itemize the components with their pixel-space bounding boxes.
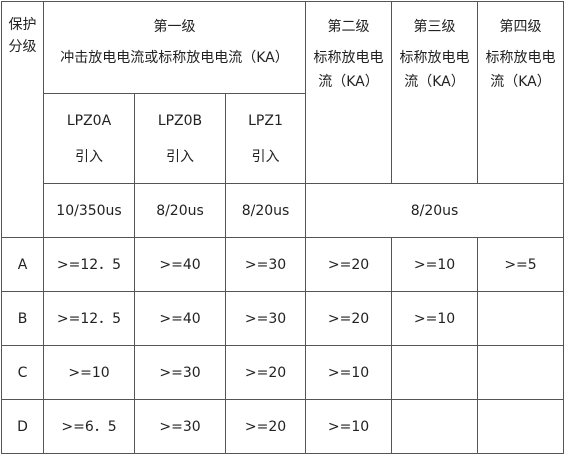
lpz0a-cell: >=6．5 [43,399,135,454]
level-2-title: 第二级 [327,19,370,35]
grade-cell: D [1,399,44,454]
header-level-1: 第一级 冲击放电电流或标称放电电流（KA） [42,1,307,94]
zone-lpz0b-header: LPZ0B 引入 [134,93,226,184]
level-1-title: 第一级 [153,19,196,35]
level-4-cell [477,345,565,400]
level-4-cell [477,291,565,346]
level-2-cell: >=20 [305,291,393,346]
lpz0a-cell: >=12．5 [43,291,135,346]
level-3-cell [391,399,479,454]
table-row: C >=10 >=30 >=20 >=10 [1,345,565,400]
lpz1-cell: >=20 [224,345,307,400]
table-row: D >=6．5 >=30 >=20 >=10 [1,399,565,454]
lpz0b-cell: >=40 [134,237,226,292]
lpz1-cell: >=30 [224,291,307,346]
waveform-lpz0b: 8/20us [134,183,226,238]
grade-cell: B [1,291,44,346]
waveform-levels-2-4: 8/20us [305,183,565,238]
grade-cell: A [1,237,44,292]
table-row: A >=12．5 >=40 >=30 >=20 >=10 >=5 [1,237,565,292]
header-level-3: 第三级 标称放电电 流（KA） [391,1,479,184]
level-2-cell: >=10 [305,345,393,400]
header-protection-grade: 保护 分级 [1,1,44,238]
level-2-cell: >=20 [305,237,393,292]
lpz0b-cell: >=40 [134,291,226,346]
header-level-4: 第四级 标称放电电 流（KA） [477,1,565,184]
level-2-cell: >=10 [305,399,393,454]
lpz1-cell: >=30 [224,237,307,292]
lpz0a-cell: >=12．5 [43,237,135,292]
lpz0b-cell: >=30 [134,345,226,400]
header-level-2: 第二级 标称放电电 流（KA） [305,1,393,184]
level-3-cell: >=10 [391,237,479,292]
level-4-title: 第四级 [499,19,542,35]
level-1-subtitle: 冲击放电电流或标称放电电流（KA） [60,50,289,66]
zone-lpz1-header: LPZ1 引入 [224,93,307,184]
level-3-cell [391,345,479,400]
waveform-lpz1: 8/20us [224,183,307,238]
level-4-cell [477,399,565,454]
grade-cell: C [1,345,44,400]
table-row: B >=12．5 >=40 >=30 >=20 >=10 [1,291,565,346]
level-3-title: 第三级 [413,19,456,35]
spd-grading-table: 保护 分级 第一级 冲击放电电流或标称放电电流（KA） 第二级 标称放电电 流（… [1,1,565,454]
level-3-cell: >=10 [391,291,479,346]
lpz1-cell: >=20 [224,399,307,454]
lpz0b-cell: >=30 [134,399,226,454]
level-4-cell: >=5 [477,237,565,292]
zone-lpz0a-header: LPZ0A 引入 [43,93,135,184]
lpz0a-cell: >=10 [43,345,135,400]
waveform-lpz0a: 10/350us [43,183,135,238]
